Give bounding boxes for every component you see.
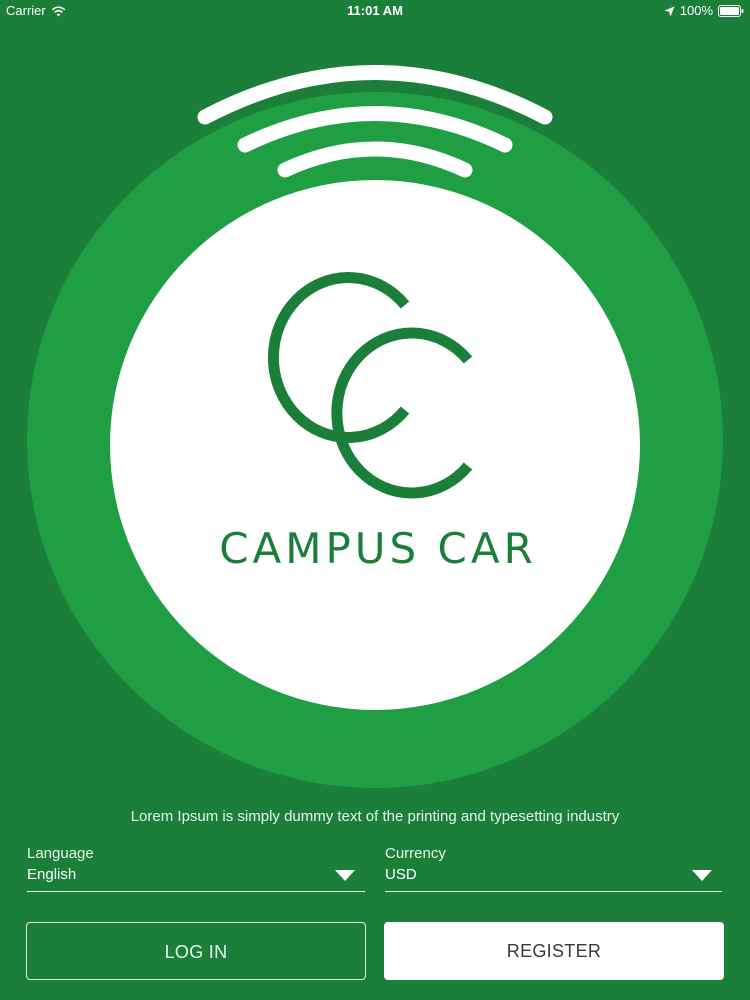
currency-label: Currency: [385, 845, 446, 862]
currency-select[interactable]: Currency USD: [385, 843, 722, 892]
brand-name: CAMPUS CAR: [219, 524, 537, 573]
chevron-down-icon: [692, 870, 712, 881]
hero-logo-graphic: CAMPUS CAR: [27, 65, 723, 788]
language-value: English: [27, 866, 77, 883]
language-label: Language: [27, 845, 94, 862]
tagline: Lorem Ipsum is simply dummy text of the …: [130, 808, 620, 825]
chevron-down-icon: [335, 870, 355, 881]
currency-value: USD: [385, 866, 417, 883]
register-button[interactable]: REGISTER: [384, 922, 724, 980]
inner-circle: [110, 180, 640, 710]
login-button[interactable]: LOG IN: [26, 922, 366, 980]
language-select[interactable]: Language English: [27, 843, 365, 892]
